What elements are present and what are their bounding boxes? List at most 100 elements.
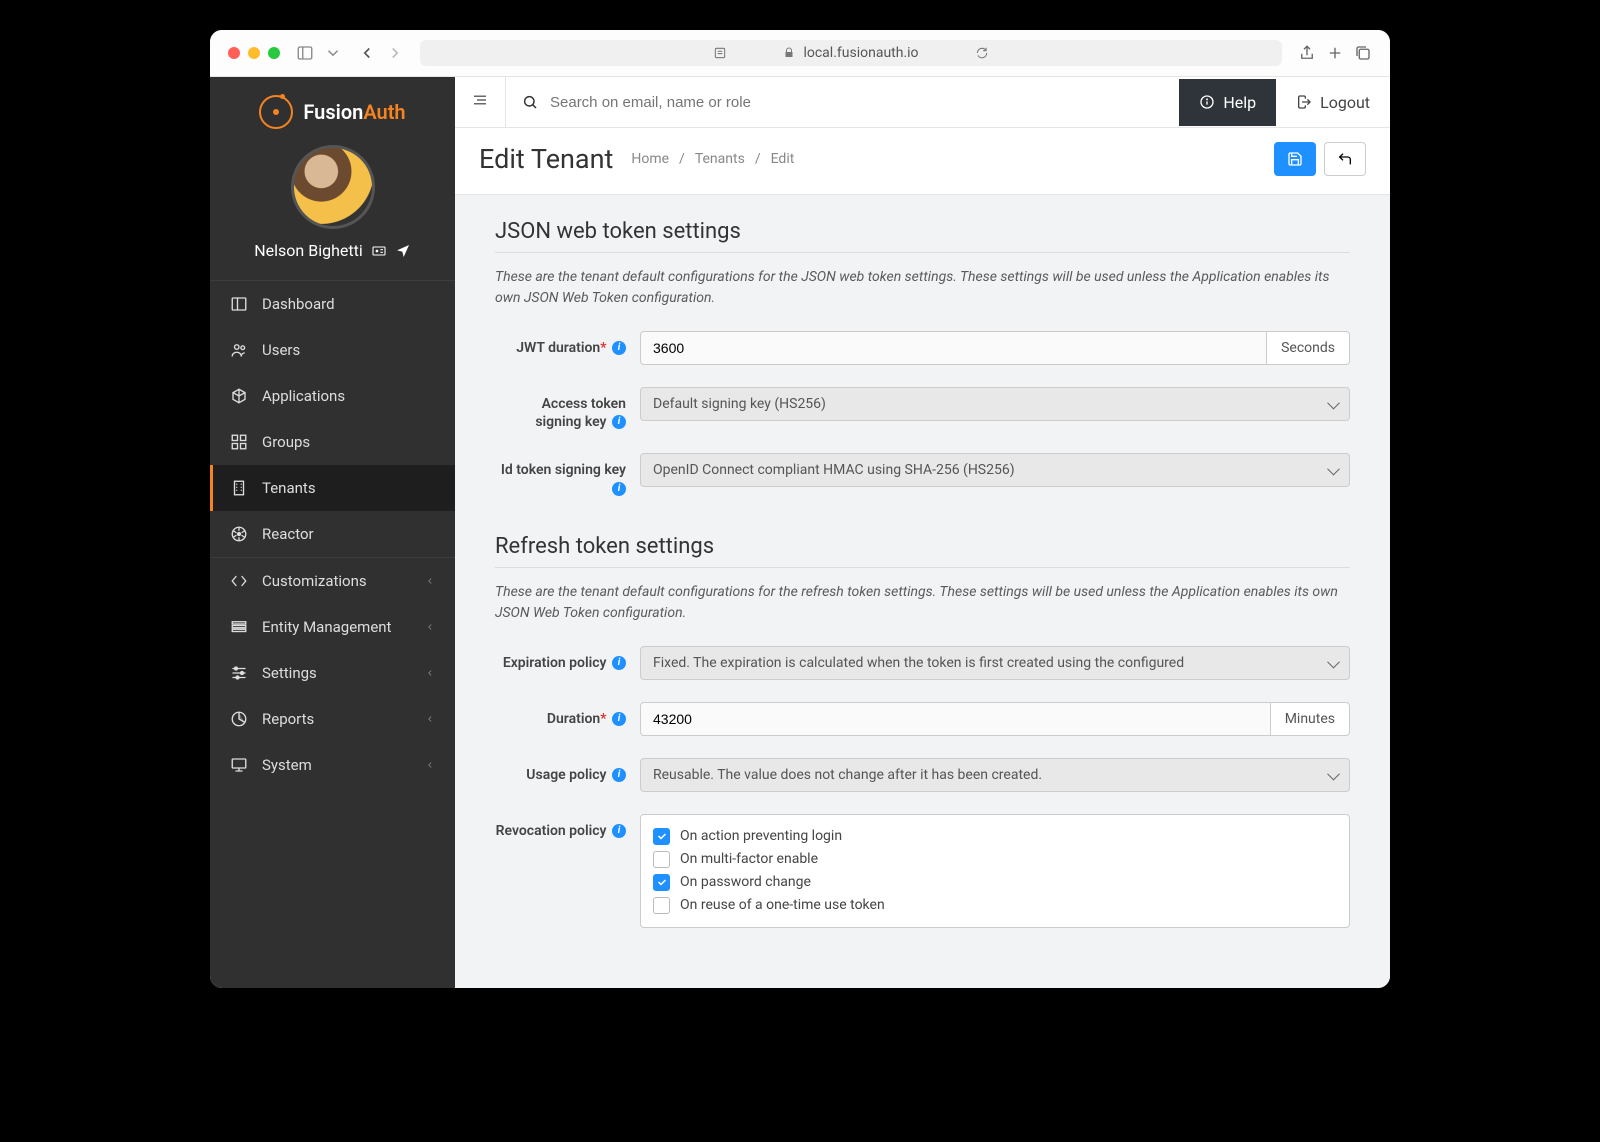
reader-icon: [713, 46, 727, 60]
sidebar-item-label: Reactor: [262, 525, 314, 543]
new-tab-icon[interactable]: [1326, 44, 1344, 62]
jwt-settings-section: JSON web token settings These are the te…: [495, 219, 1350, 498]
checkbox-icon[interactable]: [653, 897, 670, 914]
checkbox-icon[interactable]: [653, 851, 670, 868]
refresh-section-title: Refresh token settings: [495, 534, 1350, 568]
sidebar-item-customizations[interactable]: Customizations: [210, 558, 455, 604]
sidebar-item-entity-management[interactable]: Entity Management: [210, 604, 455, 650]
sidebar-item-label: Reports: [262, 710, 314, 728]
sidebar-item-label: Settings: [262, 664, 317, 682]
logo-text: FusionAuth: [303, 100, 405, 124]
chevron-left-icon: [425, 572, 435, 590]
sidebar-item-system[interactable]: System: [210, 742, 455, 788]
return-icon: [1337, 151, 1353, 167]
cube-icon: [230, 387, 248, 405]
tabs-icon[interactable]: [1354, 44, 1372, 62]
usage-select[interactable]: Reusable. The value does not change afte…: [640, 758, 1350, 792]
refresh-duration-input[interactable]: [640, 702, 1271, 736]
revocation-item-label: On password change: [680, 874, 811, 890]
sidebar-item-applications[interactable]: Applications: [210, 373, 455, 419]
chevron-down-icon[interactable]: [324, 44, 342, 62]
save-button[interactable]: [1274, 142, 1316, 176]
app-container: FusionAuth Nelson Bighetti DashboardUser…: [210, 77, 1390, 988]
revocation-item-label: On multi-factor enable: [680, 851, 818, 867]
expiration-label: Expiration policy i: [495, 646, 640, 672]
reload-icon[interactable]: [975, 46, 989, 60]
location-arrow-icon[interactable]: [395, 243, 411, 259]
panel-icon: [230, 295, 248, 313]
sidebar-item-dashboard[interactable]: Dashboard: [210, 281, 455, 327]
url-text: local.fusionauth.io: [803, 45, 918, 61]
sidebar-item-reports[interactable]: Reports: [210, 696, 455, 742]
page-header: Edit Tenant Home/ Tenants/ Edit: [455, 128, 1390, 195]
jwt-duration-label: JWT duration* i: [495, 331, 640, 357]
sidebar-toggle-icon[interactable]: [296, 44, 342, 62]
info-icon: [1199, 94, 1215, 110]
id-key-select[interactable]: OpenID Connect compliant HMAC using SHA-…: [640, 453, 1350, 487]
sidebar-item-label: Entity Management: [262, 618, 391, 636]
sidebar-item-settings[interactable]: Settings: [210, 650, 455, 696]
code-icon: [230, 572, 248, 590]
lock-icon: [783, 47, 795, 59]
search-input[interactable]: [550, 94, 1163, 111]
breadcrumb-home[interactable]: Home: [631, 151, 669, 167]
chevron-left-icon: [425, 664, 435, 682]
logo[interactable]: FusionAuth: [210, 77, 455, 139]
search-container: [506, 94, 1179, 111]
sidebar-item-users[interactable]: Users: [210, 327, 455, 373]
toggle-sidebar-icon[interactable]: [455, 77, 506, 127]
url-bar[interactable]: local.fusionauth.io: [420, 40, 1282, 66]
jwt-section-desc: These are the tenant default configurati…: [495, 267, 1350, 309]
back-button[interactable]: [1324, 142, 1366, 176]
close-window-icon[interactable]: [228, 47, 240, 59]
revocation-label: Revocation policy i: [495, 814, 640, 840]
username: Nelson Bighetti: [220, 241, 445, 260]
avatar[interactable]: [291, 145, 375, 229]
back-icon[interactable]: [358, 44, 376, 62]
usage-label: Usage policy i: [495, 758, 640, 784]
reactor-icon: [230, 525, 248, 543]
logout-button[interactable]: Logout: [1276, 79, 1390, 126]
minimize-window-icon[interactable]: [248, 47, 260, 59]
info-icon[interactable]: i: [612, 482, 626, 496]
refresh-duration-row: Duration* i Minutes: [495, 702, 1350, 736]
logout-icon: [1296, 94, 1312, 110]
browser-chrome: local.fusionauth.io: [210, 30, 1390, 77]
sidebar-item-label: Groups: [262, 433, 310, 451]
info-icon[interactable]: i: [612, 415, 626, 429]
groups-icon: [230, 433, 248, 451]
checkbox-icon[interactable]: [653, 874, 670, 891]
revocation-item[interactable]: On action preventing login: [653, 825, 1337, 848]
sidebar-item-label: Tenants: [262, 479, 316, 497]
sidebar-item-label: System: [262, 756, 312, 774]
revocation-item[interactable]: On password change: [653, 871, 1337, 894]
forward-icon[interactable]: [386, 44, 404, 62]
info-icon[interactable]: i: [612, 341, 626, 355]
info-icon[interactable]: i: [612, 656, 626, 670]
id-card-icon[interactable]: [371, 243, 387, 259]
revocation-item-label: On action preventing login: [680, 828, 842, 844]
access-key-select[interactable]: Default signing key (HS256): [640, 387, 1350, 421]
jwt-duration-unit: Seconds: [1267, 331, 1350, 365]
revocation-item[interactable]: On reuse of a one-time use token: [653, 894, 1337, 917]
sidebar-item-groups[interactable]: Groups: [210, 419, 455, 465]
info-icon[interactable]: i: [612, 712, 626, 726]
checkbox-icon[interactable]: [653, 828, 670, 845]
expiration-select[interactable]: Fixed. The expiration is calculated when…: [640, 646, 1350, 680]
jwt-duration-input[interactable]: [640, 331, 1267, 365]
main: Help Logout Edit Tenant Home/ Tenants/ E…: [455, 77, 1390, 988]
info-icon[interactable]: i: [612, 824, 626, 838]
revocation-item[interactable]: On multi-factor enable: [653, 848, 1337, 871]
help-button[interactable]: Help: [1179, 79, 1276, 126]
usage-row: Usage policy i Reusable. The value does …: [495, 758, 1350, 792]
maximize-window-icon[interactable]: [268, 47, 280, 59]
sidebar: FusionAuth Nelson Bighetti DashboardUser…: [210, 77, 455, 988]
sidebar-item-reactor[interactable]: Reactor: [210, 511, 455, 557]
sidebar-item-tenants[interactable]: Tenants: [210, 465, 455, 511]
search-icon: [522, 94, 538, 110]
revocation-item-label: On reuse of a one-time use token: [680, 897, 885, 913]
share-icon[interactable]: [1298, 44, 1316, 62]
jwt-duration-row: JWT duration* i Seconds: [495, 331, 1350, 365]
info-icon[interactable]: i: [612, 768, 626, 782]
breadcrumb-tenants[interactable]: Tenants: [695, 151, 745, 167]
